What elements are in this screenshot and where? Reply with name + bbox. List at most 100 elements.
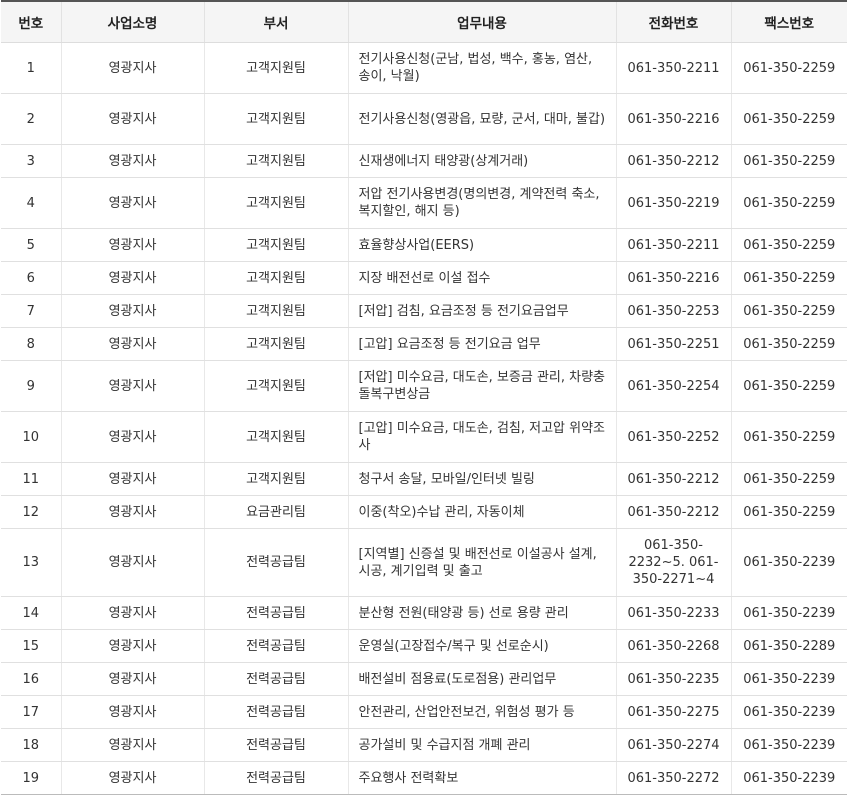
cell-duty: 청구서 송달, 모바일/인터넷 빌링 bbox=[347, 462, 616, 496]
cell-duty: 운영실(고장접수/복구 및 선로순시) bbox=[347, 629, 616, 663]
cell-department: 전력공급팀 bbox=[203, 629, 348, 663]
cell-office: 영광지사 bbox=[60, 662, 204, 696]
cell-fax: 061-350-2259 bbox=[730, 495, 847, 529]
cell-department: 고객지원팀 bbox=[203, 42, 348, 94]
table-row: 2 영광지사 고객지원팀 전기사용신청(영광읍, 묘량, 군서, 대마, 불갑) 061… bbox=[1, 93, 847, 145]
cell-phone: 061-350-2268 bbox=[615, 629, 731, 663]
cell-phone: 061-350-2216 bbox=[615, 261, 731, 295]
table-row: 13 영광지사 전력공급팀 [지역별] 신증설 및 배전선로 이설공사 설계, 시공,… bbox=[1, 528, 847, 597]
cell-number: 12 bbox=[1, 495, 61, 529]
cell-fax: 061-350-2239 bbox=[730, 528, 847, 597]
cell-duty: [저압] 검침, 요금조정 등 전기요금업무 bbox=[347, 294, 616, 328]
cell-department: 고객지원팀 bbox=[203, 261, 348, 295]
cell-phone: 061-350-2235 bbox=[615, 662, 731, 696]
cell-department: 고객지원팀 bbox=[203, 411, 348, 463]
cell-fax: 061-350-2259 bbox=[730, 360, 847, 412]
cell-duty: 저압 전기사용변경(명의변경, 계약전력 축소, 복지할인, 해지 등) bbox=[347, 177, 616, 229]
cell-fax: 061-350-2259 bbox=[730, 411, 847, 463]
cell-department: 고객지원팀 bbox=[203, 228, 348, 262]
cell-number: 7 bbox=[1, 294, 61, 328]
cell-department: 고객지원팀 bbox=[203, 462, 348, 496]
cell-office: 영광지사 bbox=[60, 596, 204, 630]
cell-number: 17 bbox=[1, 695, 61, 729]
cell-phone: 061-350-2253 bbox=[615, 294, 731, 328]
cell-phone: 061-350-2274 bbox=[615, 728, 731, 762]
cell-fax: 061-350-2259 bbox=[730, 42, 847, 94]
table-row: 5 영광지사 고객지원팀 효율향상사업(EERS) 061-350-2211 061-35… bbox=[1, 228, 847, 262]
cell-duty: 효율향상사업(EERS) bbox=[347, 228, 616, 262]
table-row: 8 영광지사 고객지원팀 [고압] 요금조정 등 전기요금 업무 061-350-225… bbox=[1, 327, 847, 361]
contact-table: 번호 사업소명 부서 업무내용 전화번호 팩스번호 1 영광지사 고객지원팀 전기사용… bbox=[1, 0, 847, 795]
cell-phone: 061-350-2275 bbox=[615, 695, 731, 729]
table-row: 1 영광지사 고객지원팀 전기사용신청(군남, 법성, 백수, 홍농, 염산, 송이,… bbox=[1, 42, 847, 94]
cell-number: 19 bbox=[1, 761, 61, 795]
header-office: 사업소명 bbox=[60, 1, 204, 43]
table-row: 16 영광지사 전력공급팀 배전설비 점용료(도로점용) 관리업무 061-350-22… bbox=[1, 662, 847, 696]
cell-fax: 061-350-2259 bbox=[730, 228, 847, 262]
cell-office: 영광지사 bbox=[60, 93, 204, 145]
table-row: 12 영광지사 요금관리팀 이중(착오)수납 관리, 자동이체 061-350-2212… bbox=[1, 495, 847, 529]
cell-number: 16 bbox=[1, 662, 61, 696]
cell-phone: 061-350-2216 bbox=[615, 93, 731, 145]
header-row: 번호 사업소명 부서 업무내용 전화번호 팩스번호 bbox=[1, 1, 847, 43]
cell-number: 8 bbox=[1, 327, 61, 361]
header-duty: 업무내용 bbox=[347, 1, 616, 43]
cell-department: 전력공급팀 bbox=[203, 528, 348, 597]
cell-duty: 안전관리, 산업안전보건, 위험성 평가 등 bbox=[347, 695, 616, 729]
cell-number: 9 bbox=[1, 360, 61, 412]
cell-duty: 신재생에너지 태양광(상계거래) bbox=[347, 144, 616, 178]
cell-fax: 061-350-2259 bbox=[730, 294, 847, 328]
cell-phone: 061-350-2212 bbox=[615, 495, 731, 529]
cell-phone: 061-350-2212 bbox=[615, 144, 731, 178]
cell-office: 영광지사 bbox=[60, 411, 204, 463]
cell-office: 영광지사 bbox=[60, 462, 204, 496]
cell-department: 고객지원팀 bbox=[203, 360, 348, 412]
table-row: 3 영광지사 고객지원팀 신재생에너지 태양광(상계거래) 061-350-2212 06… bbox=[1, 144, 847, 178]
cell-fax: 061-350-2259 bbox=[730, 261, 847, 295]
header-fax: 팩스번호 bbox=[730, 1, 847, 43]
cell-office: 영광지사 bbox=[60, 495, 204, 529]
cell-duty: [고압] 미수요금, 대도손, 검침, 저고압 위약조사 bbox=[347, 411, 616, 463]
cell-number: 6 bbox=[1, 261, 61, 295]
cell-fax: 061-350-2289 bbox=[730, 629, 847, 663]
cell-number: 1 bbox=[1, 42, 61, 94]
table-row: 4 영광지사 고객지원팀 저압 전기사용변경(명의변경, 계약전력 축소, 복지할인,… bbox=[1, 177, 847, 229]
cell-phone: 061-350-2233 bbox=[615, 596, 731, 630]
cell-phone: 061-350-2232~5. 061-350-2271~4 bbox=[615, 528, 731, 597]
table-row: 11 영광지사 고객지원팀 청구서 송달, 모바일/인터넷 빌링 061-350-221… bbox=[1, 462, 847, 496]
cell-department: 고객지원팀 bbox=[203, 294, 348, 328]
table-row: 18 영광지사 전력공급팀 공가설비 및 수급지점 개폐 관리 061-350-2274… bbox=[1, 728, 847, 762]
cell-department: 전력공급팀 bbox=[203, 728, 348, 762]
cell-phone: 061-350-2212 bbox=[615, 462, 731, 496]
cell-department: 전력공급팀 bbox=[203, 695, 348, 729]
cell-number: 5 bbox=[1, 228, 61, 262]
cell-phone: 061-350-2211 bbox=[615, 228, 731, 262]
cell-department: 전력공급팀 bbox=[203, 761, 348, 795]
cell-phone: 061-350-2254 bbox=[615, 360, 731, 412]
cell-number: 13 bbox=[1, 528, 61, 597]
cell-duty: 배전설비 점용료(도로점용) 관리업무 bbox=[347, 662, 616, 696]
cell-number: 14 bbox=[1, 596, 61, 630]
cell-number: 2 bbox=[1, 93, 61, 145]
cell-duty: 공가설비 및 수급지점 개폐 관리 bbox=[347, 728, 616, 762]
cell-office: 영광지사 bbox=[60, 728, 204, 762]
cell-number: 3 bbox=[1, 144, 61, 178]
cell-department: 고객지원팀 bbox=[203, 144, 348, 178]
cell-office: 영광지사 bbox=[60, 42, 204, 94]
cell-office: 영광지사 bbox=[60, 261, 204, 295]
cell-number: 15 bbox=[1, 629, 61, 663]
cell-fax: 061-350-2239 bbox=[730, 728, 847, 762]
cell-office: 영광지사 bbox=[60, 528, 204, 597]
cell-fax: 061-350-2259 bbox=[730, 93, 847, 145]
cell-phone: 061-350-2219 bbox=[615, 177, 731, 229]
cell-duty: 전기사용신청(군남, 법성, 백수, 홍농, 염산, 송이, 낙월) bbox=[347, 42, 616, 94]
header-phone: 전화번호 bbox=[615, 1, 731, 43]
cell-phone: 061-350-2252 bbox=[615, 411, 731, 463]
cell-office: 영광지사 bbox=[60, 177, 204, 229]
cell-department: 전력공급팀 bbox=[203, 662, 348, 696]
table-row: 6 영광지사 고객지원팀 지장 배전선로 이설 접수 061-350-2216 061-3… bbox=[1, 261, 847, 295]
cell-department: 전력공급팀 bbox=[203, 596, 348, 630]
table-row: 10 영광지사 고객지원팀 [고압] 미수요금, 대도손, 검침, 저고압 위약조사 0… bbox=[1, 411, 847, 463]
cell-duty: 전기사용신청(영광읍, 묘량, 군서, 대마, 불갑) bbox=[347, 93, 616, 145]
cell-duty: [고압] 요금조정 등 전기요금 업무 bbox=[347, 327, 616, 361]
